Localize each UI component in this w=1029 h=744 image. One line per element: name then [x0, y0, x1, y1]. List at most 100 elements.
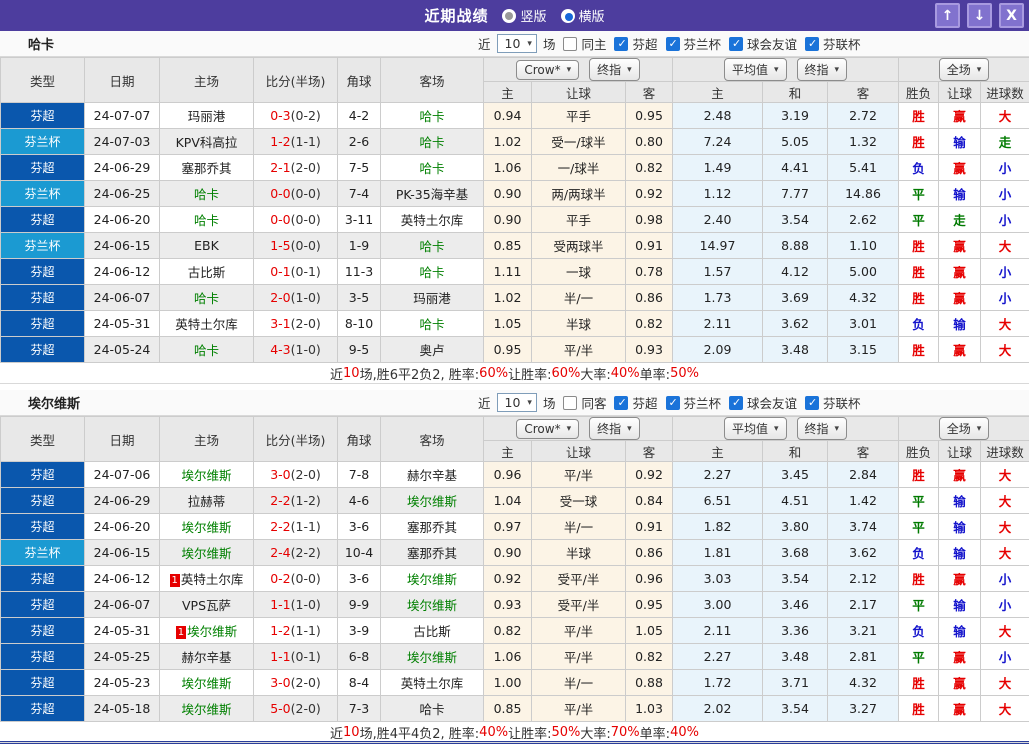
- radio-icon[interactable]: [561, 9, 575, 23]
- odds-home-cell: 1.11: [484, 259, 532, 285]
- result-goals-cell: 大: [981, 670, 1029, 696]
- date-cell: 24-06-12: [85, 259, 160, 285]
- col-date: 日期: [85, 417, 160, 462]
- league-checkbox-finland-cup[interactable]: [666, 37, 680, 51]
- summary-segment: 让胜率:: [508, 723, 551, 742]
- final-odds-select[interactable]: 终指▾: [589, 58, 640, 81]
- avg-home-cell: 3.00: [673, 592, 763, 618]
- scope-select[interactable]: 全场▾: [939, 58, 990, 81]
- result-wdl-cell: 胜: [899, 337, 939, 363]
- summary-segment: 单率:: [640, 364, 670, 383]
- avg-draw-cell: 3.54: [763, 207, 828, 233]
- match-row: 芬超24-05-23埃尔维斯3-0(2-0)8-4英特土尔库1.00半/一0.8…: [1, 670, 1029, 696]
- halftime-score: (2-0): [291, 160, 321, 175]
- halftime-score: (0-1): [291, 649, 321, 664]
- halftime-score: (1-0): [291, 290, 321, 305]
- avg-home-cell: 2.27: [673, 462, 763, 488]
- average-select[interactable]: 平均值▾: [724, 417, 787, 440]
- handicap-cell: 一/球半: [532, 155, 626, 181]
- same-away-checkbox[interactable]: [563, 396, 577, 410]
- result-wdl-cell: 平: [899, 207, 939, 233]
- handicap-cell: 平/半: [532, 618, 626, 644]
- odds-home-cell: 1.05: [484, 311, 532, 337]
- same-home-checkbox[interactable]: [563, 37, 577, 51]
- rank-badge: 1: [170, 574, 180, 587]
- col-avg-draw: 和: [763, 82, 828, 103]
- result-handicap-cell: 赢: [939, 644, 981, 670]
- result-wdl-cell: 胜: [899, 566, 939, 592]
- final-odds-select[interactable]: 终指▾: [797, 417, 848, 440]
- section-header: 埃尔维斯 近 10▾ 场 同客 芬超 芬兰杯 球会友谊 芬联杯: [0, 390, 1029, 416]
- league-checkbox-finland-super[interactable]: [614, 37, 628, 51]
- move-up-button[interactable]: ↑: [935, 3, 960, 28]
- avg-away-cell: 3.62: [828, 540, 899, 566]
- close-button[interactable]: X: [999, 3, 1024, 28]
- league-checkbox-finland-league-cup[interactable]: [805, 396, 819, 410]
- team-name-text: 玛丽港: [413, 291, 451, 306]
- handicap-cell: 受两球半: [532, 233, 626, 259]
- away-team-cell: 哈卡: [381, 155, 484, 181]
- team-name-text: 古比斯: [413, 624, 451, 639]
- col-odds-home: 主: [484, 441, 532, 462]
- handicap-cell: 受一球: [532, 488, 626, 514]
- match-count-select[interactable]: 10▾: [497, 34, 537, 53]
- away-team-cell: 英特土尔库: [381, 207, 484, 233]
- avg-draw-cell: 3.36: [763, 618, 828, 644]
- fulltime-score: 0-2: [270, 571, 290, 586]
- team-name-text: 塞那乔其: [407, 520, 457, 535]
- team-name-text: 赫尔辛基: [181, 650, 231, 665]
- team-name-text: 哈卡: [194, 291, 219, 306]
- team-name-text: 哈卡: [419, 239, 444, 254]
- odds-provider-group: Crow*▾ 终指▾: [484, 58, 673, 82]
- league-checkbox-club-friendly[interactable]: [729, 37, 743, 51]
- league-checkbox-club-friendly[interactable]: [729, 396, 743, 410]
- avg-draw-cell: 4.51: [763, 488, 828, 514]
- team-name-text: 哈卡: [419, 702, 444, 717]
- final-odds-select[interactable]: 终指▾: [797, 58, 848, 81]
- result-wdl-cell: 平: [899, 514, 939, 540]
- col-odds-away: 客: [626, 441, 673, 462]
- final-odds-select[interactable]: 终指▾: [589, 417, 640, 440]
- odds-provider-select[interactable]: Crow*▾: [516, 419, 579, 439]
- avg-draw-cell: 4.41: [763, 155, 828, 181]
- radio-vertical-layout[interactable]: 竖版: [502, 6, 546, 25]
- average-select[interactable]: 平均值▾: [724, 58, 787, 81]
- avg-home-cell: 2.27: [673, 644, 763, 670]
- score-cell: 2-2(1-1): [254, 514, 338, 540]
- score-cell: 3-0(2-0): [254, 670, 338, 696]
- radio-icon[interactable]: [502, 9, 516, 23]
- summary-segment: 40%: [611, 366, 640, 381]
- league-checkbox-finland-super[interactable]: [614, 396, 628, 410]
- date-cell: 24-05-31: [85, 618, 160, 644]
- scope-value: 全场: [947, 420, 971, 437]
- odds-away-cell: 1.03: [626, 696, 673, 722]
- window-buttons: ↑ ↓ X: [928, 3, 1024, 28]
- home-team-cell: 埃尔维斯: [160, 514, 254, 540]
- scope-select[interactable]: 全场▾: [939, 417, 990, 440]
- avg-away-cell: 4.32: [828, 285, 899, 311]
- summary-segment: 70%: [611, 725, 640, 740]
- col-avg-home: 主: [673, 441, 763, 462]
- odds-provider-select[interactable]: Crow*▾: [516, 60, 579, 80]
- date-cell: 24-07-06: [85, 462, 160, 488]
- team-name-text: 塞那乔其: [407, 546, 457, 561]
- handicap-cell: 半/一: [532, 514, 626, 540]
- move-down-button[interactable]: ↓: [967, 3, 992, 28]
- summary-segment: 50%: [551, 725, 580, 740]
- odds-away-cell: 0.98: [626, 207, 673, 233]
- date-cell: 24-06-15: [85, 233, 160, 259]
- home-team-cell: 玛丽港: [160, 103, 254, 129]
- away-team-cell: 哈卡: [381, 259, 484, 285]
- league-checkbox-finland-cup[interactable]: [666, 396, 680, 410]
- match-count-select[interactable]: 10▾: [497, 393, 537, 412]
- avg-away-cell: 2.12: [828, 566, 899, 592]
- scope-group: 全场▾: [899, 58, 1029, 82]
- filter-bar: 近 10▾ 场 同客 芬超 芬兰杯 球会友谊 芬联杯: [478, 393, 861, 412]
- radio-horizontal-layout[interactable]: 横版: [561, 6, 605, 25]
- fulltime-score: 0-0: [270, 186, 290, 201]
- league-checkbox-finland-league-cup[interactable]: [805, 37, 819, 51]
- col-odds-home: 主: [484, 82, 532, 103]
- team-name-text: 埃尔维斯: [181, 676, 231, 691]
- average-odds-group: 平均值▾ 终指▾: [673, 58, 899, 82]
- fulltime-score: 0-3: [270, 108, 290, 123]
